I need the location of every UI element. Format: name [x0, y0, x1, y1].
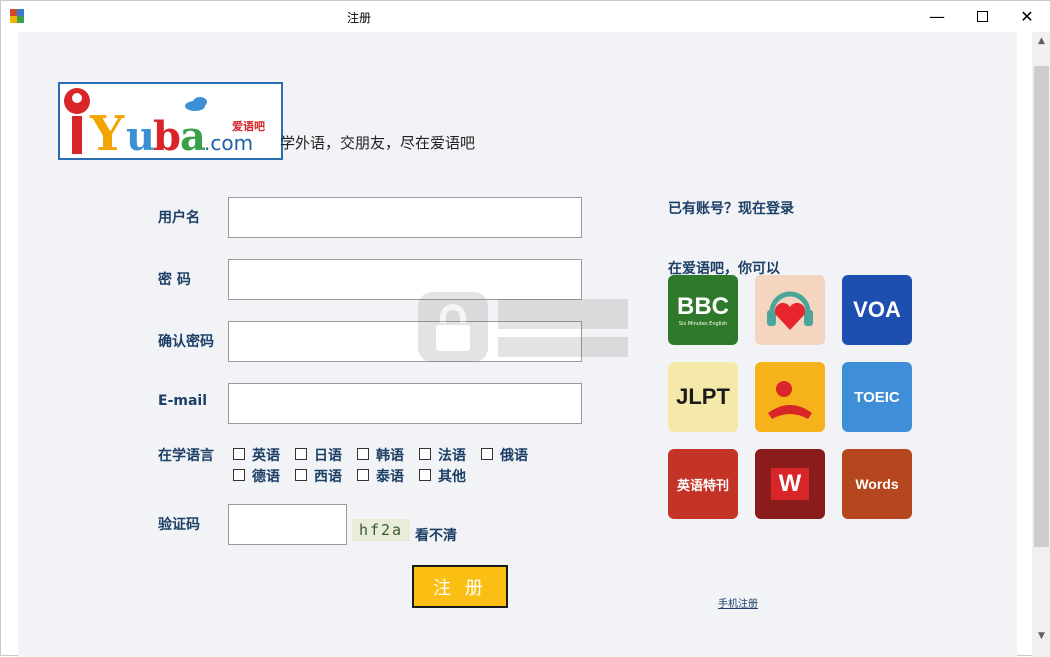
voa-special-app-title: 英语特刊 — [676, 478, 729, 494]
checkbox-japanese-label: 日语 — [314, 448, 342, 464]
svg-text:u: u — [126, 113, 155, 158]
svg-text:.com: .com — [204, 131, 253, 155]
toeic-app-icon[interactable]: TOEIC — [842, 362, 912, 432]
checkbox-french-label: 法语 — [438, 448, 466, 464]
scroll-up-icon[interactable]: ▲ — [1032, 32, 1050, 49]
checkbox-japanese[interactable] — [295, 448, 307, 460]
refresh-captcha-link[interactable]: 看不清 — [415, 525, 457, 545]
close-icon: ✕ — [1020, 7, 1034, 26]
captcha-label: 验证码 — [158, 517, 200, 533]
jlpt-app-icon[interactable]: JLPT — [668, 362, 738, 432]
words-flag-app-title: W — [770, 468, 810, 500]
checkbox-thai[interactable] — [357, 469, 369, 481]
title-bar[interactable]: 注册 — ✕ — [1, 1, 1050, 32]
scrollbar-thumb[interactable] — [1034, 66, 1049, 547]
form-area: Y u b a .com 爱语吧 学外语，交朋友，尽在爱语吧 用户名 密 码 确… — [18, 32, 1017, 657]
iyuba-logo-image: Y u b a .com 爱语吧 — [64, 88, 265, 162]
register-window: 注册 — ✕ Y u b a .com 爱语吧 学外语，交朋友，尽在爱语吧 用户… — [0, 0, 1050, 657]
checkbox-thai-label: 泰语 — [376, 469, 404, 485]
username-input[interactable] — [228, 197, 582, 238]
toeic-app-title: TOEIC — [854, 388, 900, 406]
abc-reader-app-icon[interactable] — [755, 362, 825, 432]
checkbox-german-label: 德语 — [252, 469, 280, 485]
jlpt-app-title: JLPT — [676, 384, 730, 409]
checkbox-spanish-label: 西语 — [314, 469, 342, 485]
reader-icon — [768, 381, 812, 419]
checkbox-german[interactable] — [233, 469, 245, 481]
logo: Y u b a .com 爱语吧 — [58, 82, 283, 162]
app-icon — [10, 9, 24, 23]
bbc-app-title: BBC — [677, 293, 729, 320]
vertical-scrollbar[interactable]: ▲ ▼ — [1032, 32, 1050, 657]
checkbox-korean-label: 韩语 — [376, 448, 404, 464]
checkbox-english-label: 英语 — [252, 448, 280, 464]
minimize-icon: — — [929, 7, 945, 26]
heart-icon — [767, 291, 813, 330]
email-input[interactable] — [228, 383, 582, 424]
username-label: 用户名 — [158, 210, 200, 226]
email-label: E-mail — [158, 393, 208, 409]
login-link[interactable]: 已有账号？现在登录 — [668, 198, 794, 218]
scroll-down-icon[interactable]: ▼ — [1032, 627, 1050, 644]
maximize-icon — [976, 11, 988, 22]
languages-label: 在学语言 — [158, 448, 214, 464]
confirm-password-label: 确认密码 — [158, 334, 214, 350]
svg-text:b: b — [153, 113, 181, 158]
checkbox-other[interactable] — [419, 469, 431, 481]
checkbox-french[interactable] — [419, 448, 431, 460]
svg-text:Y: Y — [89, 106, 125, 158]
words-book-app-title: Words — [855, 476, 899, 492]
heart-headphones-app-icon[interactable] — [755, 275, 825, 345]
words-book-app-icon[interactable]: Words — [842, 449, 912, 519]
logo-subtitle: 爱语吧 — [232, 119, 265, 133]
bbc-app-icon[interactable]: BBC Six Minutes English — [668, 275, 738, 345]
maximize-button[interactable] — [959, 1, 1005, 32]
password-label: 密 码 — [158, 272, 191, 288]
checkbox-spanish[interactable] — [295, 469, 307, 481]
tagline: 学外语，交朋友，尽在爱语吧 — [280, 134, 476, 152]
captcha-input[interactable] — [228, 504, 347, 545]
bbc-app-subtitle: Six Minutes English — [678, 321, 728, 327]
checkbox-english[interactable] — [233, 448, 245, 460]
checkbox-russian-label: 俄语 — [500, 448, 528, 464]
mobile-register-link[interactable]: 手机注册 — [718, 595, 758, 610]
words-flag-app-icon[interactable]: W — [755, 449, 825, 519]
voa-app-title: VOA — [853, 297, 901, 322]
voa-app-icon[interactable]: VOA — [842, 275, 912, 345]
svg-text:a: a — [180, 113, 206, 158]
watermark-image — [418, 292, 628, 362]
checkbox-other-label: 其他 — [438, 469, 466, 485]
window-title: 注册 — [347, 11, 372, 25]
captcha-image[interactable]: hf2a — [352, 519, 410, 541]
close-button[interactable]: ✕ — [1004, 1, 1050, 32]
checkbox-korean[interactable] — [357, 448, 369, 460]
register-button[interactable]: 注 册 — [412, 565, 508, 608]
checkbox-russian[interactable] — [481, 448, 493, 460]
voa-special-app-icon[interactable]: 英语特刊 — [668, 449, 738, 519]
minimize-button[interactable]: — — [914, 1, 960, 32]
